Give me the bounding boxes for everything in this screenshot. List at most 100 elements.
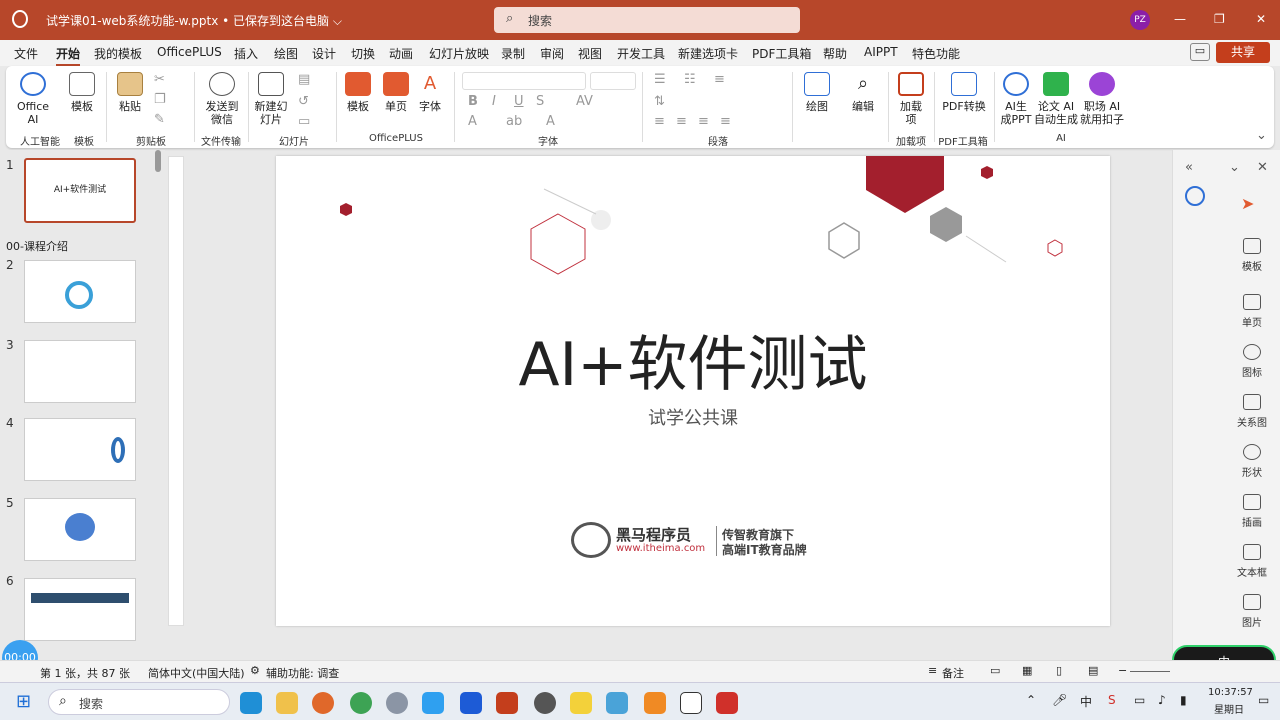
menu-design[interactable]: 设计 — [312, 45, 336, 62]
menu-developer[interactable]: 开发工具 — [617, 45, 665, 62]
menu-review[interactable]: 审阅 — [540, 45, 564, 62]
slide-thumbnail-4[interactable] — [24, 418, 136, 481]
bullets-icon[interactable]: ☰ — [654, 72, 666, 87]
app4-icon[interactable] — [644, 692, 666, 714]
send-wechat-button[interactable]: 发送到微信 — [202, 72, 242, 126]
maximize-button[interactable]: ❐ — [1214, 12, 1225, 26]
accessibility-status[interactable]: 辅助功能: 调查 — [266, 665, 339, 681]
zoom-slider[interactable] — [1130, 671, 1170, 672]
menu-animations[interactable]: 动画 — [389, 45, 413, 62]
strikethrough-icon[interactable]: S — [536, 94, 544, 109]
close-pane-icon[interactable]: ✕ — [1257, 160, 1268, 175]
font-name-select[interactable] — [462, 72, 586, 90]
ime-indicator[interactable]: 中 — [1080, 693, 1092, 710]
draw-button[interactable]: 绘图 — [802, 72, 832, 113]
text-effect-icon[interactable]: A — [468, 114, 477, 129]
avatar[interactable]: PZ — [1130, 10, 1150, 30]
file-explorer-icon[interactable] — [276, 692, 298, 714]
comments-icon[interactable]: ▭ — [1190, 43, 1210, 61]
menu-view[interactable]: 视图 — [578, 45, 602, 62]
slide-info[interactable]: 第 1 张，共 87 张 — [40, 665, 130, 681]
menu-slideshow[interactable]: 幻灯片放映 — [429, 45, 489, 62]
slide-thumbnail-3[interactable] — [24, 340, 136, 403]
menu-draw[interactable]: 绘图 — [274, 45, 298, 62]
menu-help[interactable]: 帮助 — [823, 45, 847, 62]
powerpoint-icon[interactable] — [12, 10, 28, 28]
pane-shapes[interactable]: 形状 — [1223, 444, 1280, 479]
app3-icon[interactable] — [606, 692, 628, 714]
network-icon[interactable]: ▭ — [1134, 693, 1145, 707]
volume-icon[interactable]: ♪ — [1158, 693, 1166, 707]
edit-button[interactable]: ⌕ 编辑 — [848, 72, 878, 113]
chat-icon[interactable] — [422, 692, 444, 714]
menu-home[interactable]: 开始 — [56, 45, 81, 66]
pdf-convert-button[interactable]: PDF转换 — [938, 72, 990, 113]
close-button[interactable]: ✕ — [1256, 12, 1266, 26]
pane-template[interactable]: 模板 — [1223, 238, 1280, 273]
format-painter-icon[interactable]: ✎ — [154, 112, 165, 127]
single-page-button[interactable]: 单页 — [382, 72, 410, 113]
align-left-icon[interactable]: ≡ — [654, 114, 665, 129]
slide-subtitle[interactable]: 试学公共课 — [276, 404, 1110, 430]
collapse-left-icon[interactable]: « — [1185, 160, 1193, 175]
koozi-ai-button[interactable]: 职场 AI 就用扣子 — [1080, 72, 1124, 126]
paste-button[interactable]: 粘贴 — [116, 72, 144, 113]
layout-icon[interactable]: ▤ — [298, 72, 310, 87]
typora-icon[interactable] — [680, 692, 702, 714]
slide-thumbnail-6[interactable] — [24, 578, 136, 641]
slide-title[interactable]: AI+软件测试 — [276, 316, 1110, 403]
pane-diagram[interactable]: 关系图 — [1223, 394, 1280, 429]
highlight-icon[interactable]: ab — [506, 114, 522, 129]
ai-ppt-button[interactable]: AI生成PPT — [1000, 72, 1032, 126]
menu-pdf-toolbox[interactable]: PDF工具箱 — [752, 45, 811, 62]
slide-thumbnail-1[interactable]: AI+软件测试 — [24, 158, 136, 223]
menu-transitions[interactable]: 切换 — [351, 45, 375, 62]
powerpoint-taskbar-icon[interactable] — [496, 692, 518, 714]
notification-icon[interactable]: ▭ — [1258, 693, 1269, 707]
notes-button[interactable]: 备注 — [942, 665, 964, 681]
char-spacing-icon[interactable]: AV — [576, 94, 593, 109]
menu-aippt[interactable]: AIPPT — [864, 45, 898, 59]
microphone-icon[interactable]: 🎤︎ — [1052, 693, 1067, 707]
app2-icon[interactable] — [570, 692, 592, 714]
pane-picture[interactable]: 图片 — [1223, 594, 1280, 629]
clock-day[interactable]: 星期日 — [1214, 701, 1244, 716]
pane-textbox[interactable]: 文本框 — [1223, 544, 1280, 579]
pane-single-page[interactable]: 单页 — [1223, 294, 1280, 329]
ai-pane-icon[interactable] — [1185, 186, 1205, 206]
language-status[interactable]: 简体中文(中国大陆) — [148, 665, 245, 681]
section-header[interactable]: 00-课程介绍 — [6, 238, 68, 254]
firefox-icon[interactable] — [312, 692, 334, 714]
slide-canvas[interactable]: AI+软件测试 试学公共课 黑马程序员 www.itheima.com 传智教育… — [276, 156, 1110, 626]
chrome-icon[interactable] — [350, 692, 372, 714]
menu-record[interactable]: 录制 — [501, 45, 525, 62]
reading-view-icon[interactable]: ▯ — [1056, 664, 1062, 677]
section-icon[interactable]: ▭ — [298, 114, 310, 129]
edge-icon[interactable] — [240, 692, 262, 714]
battery-icon[interactable]: ▮ — [1180, 693, 1187, 707]
menu-new-tab[interactable]: 新建选项卡 — [678, 45, 738, 62]
align-center-icon[interactable]: ≡ — [676, 114, 687, 129]
slideshow-icon[interactable]: ▤ — [1088, 664, 1098, 677]
font-button[interactable]: A 字体 — [416, 72, 444, 113]
tray-chevron-icon[interactable]: ⌃ — [1026, 693, 1036, 707]
justify-icon[interactable]: ≡ — [720, 114, 731, 129]
bold-icon[interactable]: B — [468, 94, 478, 109]
cut-icon[interactable]: ✂ — [154, 72, 165, 87]
slide-thumbnail-2[interactable] — [24, 260, 136, 323]
clock-app-icon[interactable] — [534, 692, 556, 714]
share-button[interactable]: 共享 — [1216, 42, 1270, 63]
menu-officeplus[interactable]: OfficePLUS — [157, 45, 222, 59]
office-ai-button[interactable]: Office AI — [14, 72, 52, 126]
minimize-button[interactable]: — — [1174, 12, 1186, 26]
windows-start-icon[interactable]: ⊞ — [16, 691, 31, 712]
new-slide-button[interactable]: 新建幻灯片 — [252, 72, 290, 126]
align-right-icon[interactable]: ≡ — [698, 114, 709, 129]
paper-ai-button[interactable]: 论文 AI 自动生成 — [1034, 72, 1078, 126]
officeplus-template-button[interactable]: 模板 — [344, 72, 372, 113]
reset-icon[interactable]: ↺ — [298, 94, 309, 109]
underline-icon[interactable]: U — [514, 94, 524, 109]
chevron-down-icon[interactable]: ⌄ — [1229, 160, 1240, 175]
template-button[interactable]: 模板 — [68, 72, 96, 113]
italic-icon[interactable]: I — [492, 94, 496, 109]
